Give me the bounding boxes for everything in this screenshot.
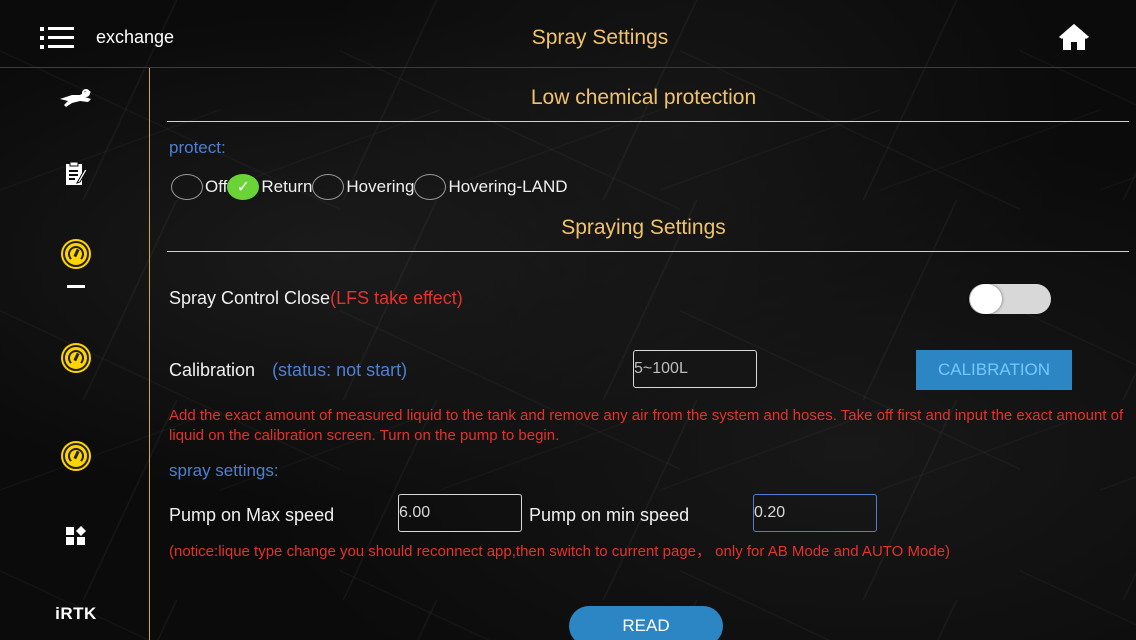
top-bar: exchange Spray Settings [0, 0, 1136, 68]
radio-checked-icon: ✓ [227, 174, 260, 200]
calibration-help-text: Add the exact amount of measured liquid … [169, 407, 1124, 444]
toggle-knob [970, 284, 1002, 314]
sidebar-item-aircraft-setup[interactable] [56, 82, 96, 114]
radio-circle [414, 174, 447, 200]
home-icon[interactable] [1057, 22, 1091, 52]
gauge-icon [63, 241, 89, 267]
clipboard-edit-icon [66, 161, 88, 185]
gauge-icon [63, 443, 89, 469]
spraying-settings-heading: Spraying Settings [561, 216, 726, 239]
irtk-label: iRTK [55, 604, 97, 623]
radio-circle [312, 174, 345, 200]
divider [167, 251, 1129, 252]
radio-hovering-label: Hovering [346, 177, 415, 196]
sidebar-item-apps[interactable] [56, 520, 96, 552]
calibration-row: Calibration (status: not start) [169, 360, 407, 381]
plane-wrench-icon [60, 89, 91, 107]
sidebar-item-gauge-1[interactable] [56, 238, 96, 270]
calibration-button[interactable]: CALIBRATION [916, 350, 1072, 390]
gauge-icon [63, 345, 89, 371]
calibration-amount-input[interactable] [633, 350, 757, 388]
radio-off[interactable]: Off [171, 174, 227, 200]
spray-control-label: Spray Control Close [169, 288, 331, 308]
radio-circle [171, 174, 203, 200]
page-title: Spray Settings [531, 26, 669, 49]
sidebar-item-irtk[interactable]: iRTK [55, 598, 97, 630]
pump-min-label: Pump on min speed [529, 505, 690, 525]
notice-text: (notice:lique type change you should rec… [169, 543, 951, 560]
spray-control-toggle[interactable] [969, 284, 1051, 314]
grid-apps-icon [66, 526, 86, 545]
calibration-status: (status: not start) [272, 360, 408, 380]
radio-return[interactable]: ✓ Return [227, 174, 312, 200]
low-chemical-heading: Low chemical protection [530, 86, 757, 109]
protect-label: protect: [169, 138, 226, 157]
radio-hovering-land[interactable]: Hovering-LAND [414, 174, 568, 200]
radio-hovering-land-label: Hovering-LAND [448, 177, 568, 196]
pump-min-speed-input[interactable] [753, 494, 877, 532]
sidebar-item-task-list[interactable] [56, 158, 96, 190]
sidebar-item-gauge-3[interactable] [56, 440, 96, 472]
sidebar: iRTK [0, 68, 150, 640]
radio-off-label: Off [205, 177, 228, 196]
radio-hovering[interactable]: Hovering [312, 174, 414, 200]
sidebar-item-separator[interactable] [56, 270, 96, 302]
spray-control-row: Spray Control Close(LFS take effect) [169, 288, 463, 309]
radio-return-label: Return [261, 177, 313, 196]
sidebar-item-gauge-2[interactable] [56, 342, 96, 374]
dash-icon [67, 284, 85, 288]
protect-radio-group: Off ✓ Return Hovering Hovering-LAND [171, 174, 568, 200]
calibration-label: Calibration [169, 360, 256, 380]
divider [167, 121, 1129, 122]
read-button[interactable]: READ [569, 606, 723, 640]
pump-max-speed-input[interactable] [398, 494, 522, 532]
settings-panel: Low chemical protection protect: Off ✓ R… [151, 68, 1136, 640]
spray-settings-label: spray settings: [169, 461, 279, 480]
pump-max-label: Pump on Max speed [169, 505, 335, 525]
spray-control-note: (LFS take effect) [330, 288, 463, 308]
